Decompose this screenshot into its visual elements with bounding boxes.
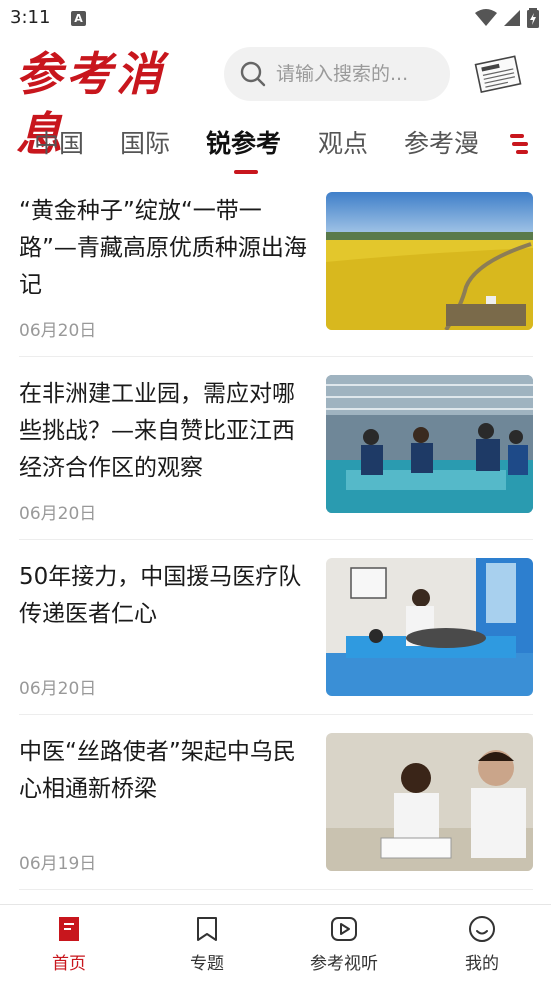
nav-profile[interactable]: 我的 bbox=[437, 915, 527, 974]
article-date: 06月20日 bbox=[19, 321, 97, 341]
article-date: 06月20日 bbox=[19, 504, 97, 524]
battery-icon bbox=[527, 8, 539, 28]
article-date: 06月20日 bbox=[19, 679, 97, 699]
wifi-icon bbox=[475, 9, 497, 26]
home-doc-icon bbox=[59, 917, 79, 941]
category-tabs: 中国 国际 锐参考 观点 参考漫 bbox=[0, 114, 551, 176]
article-item[interactable]: 在非洲建工业园，需应对哪些挑战？—来自赞比亚江西经济合作区的观察 06月20日 bbox=[0, 358, 551, 541]
article-item[interactable]: 50年接力，中国援马医疗队传递医者仁心 06月20日 bbox=[0, 541, 551, 724]
search-icon bbox=[240, 61, 266, 87]
notification-a-icon: A bbox=[71, 11, 86, 26]
article-thumbnail bbox=[326, 558, 533, 696]
signal-icon bbox=[504, 10, 520, 26]
play-icon bbox=[331, 917, 357, 941]
search-input[interactable] bbox=[276, 63, 426, 85]
status-icons bbox=[475, 8, 539, 28]
article-title: “黄金种子”绽放“一带一路”—青藏高原优质种源出海记 bbox=[19, 198, 307, 298]
nav-media[interactable]: 参考视听 bbox=[299, 915, 389, 974]
article-title: 在非洲建工业园，需应对哪些挑战？—来自赞比亚江西经济合作区的观察 bbox=[19, 381, 295, 481]
status-time: 3:11 bbox=[10, 7, 51, 28]
article-title: 中医“丝路使者”架起中乌民心相通新桥梁 bbox=[19, 739, 296, 802]
article-title: 50年接力，中国援马医疗队传递医者仁心 bbox=[19, 564, 302, 627]
tab-rui-reference[interactable]: 锐参考 bbox=[206, 124, 281, 160]
tab-reference-comics[interactable]: 参考漫 bbox=[404, 124, 479, 160]
tab-international[interactable]: 国际 bbox=[120, 124, 170, 160]
search-bar[interactable] bbox=[224, 47, 450, 101]
divider bbox=[19, 356, 533, 357]
article-date: 06月19日 bbox=[19, 854, 97, 874]
divider bbox=[19, 889, 533, 890]
divider bbox=[19, 714, 533, 715]
bookmark-icon bbox=[197, 917, 217, 941]
bottom-navigation: 首页 专题 参考视听 我的 bbox=[0, 904, 551, 981]
active-tab-indicator bbox=[234, 170, 258, 174]
app-logo: 参考消息 bbox=[16, 44, 211, 161]
article-item[interactable]: “黄金种子”绽放“一带一路”—青藏高原优质种源出海记 06月20日 bbox=[0, 175, 551, 358]
article-thumbnail bbox=[326, 375, 533, 513]
tab-fade bbox=[480, 114, 510, 170]
nav-topics[interactable]: 专题 bbox=[162, 915, 252, 974]
status-bar: 3:11 A bbox=[0, 0, 551, 38]
article-thumbnail bbox=[326, 733, 533, 871]
smile-icon bbox=[469, 916, 495, 942]
tab-china[interactable]: 中国 bbox=[34, 124, 84, 160]
article-thumbnail bbox=[326, 192, 533, 330]
nav-profile-label: 我的 bbox=[465, 954, 499, 974]
tab-menu-icon[interactable] bbox=[508, 134, 530, 156]
nav-topics-label: 专题 bbox=[190, 954, 224, 974]
newspaper-icon[interactable] bbox=[474, 54, 524, 94]
tab-opinion[interactable]: 观点 bbox=[318, 124, 368, 160]
nav-home[interactable]: 首页 bbox=[24, 915, 114, 974]
nav-media-label: 参考视听 bbox=[310, 954, 378, 974]
nav-home-label: 首页 bbox=[52, 954, 86, 974]
app-header: 参考消息 bbox=[0, 40, 551, 161]
article-item[interactable]: 中医“丝路使者”架起中乌民心相通新桥梁 06月19日 bbox=[0, 716, 551, 899]
divider bbox=[19, 539, 533, 540]
